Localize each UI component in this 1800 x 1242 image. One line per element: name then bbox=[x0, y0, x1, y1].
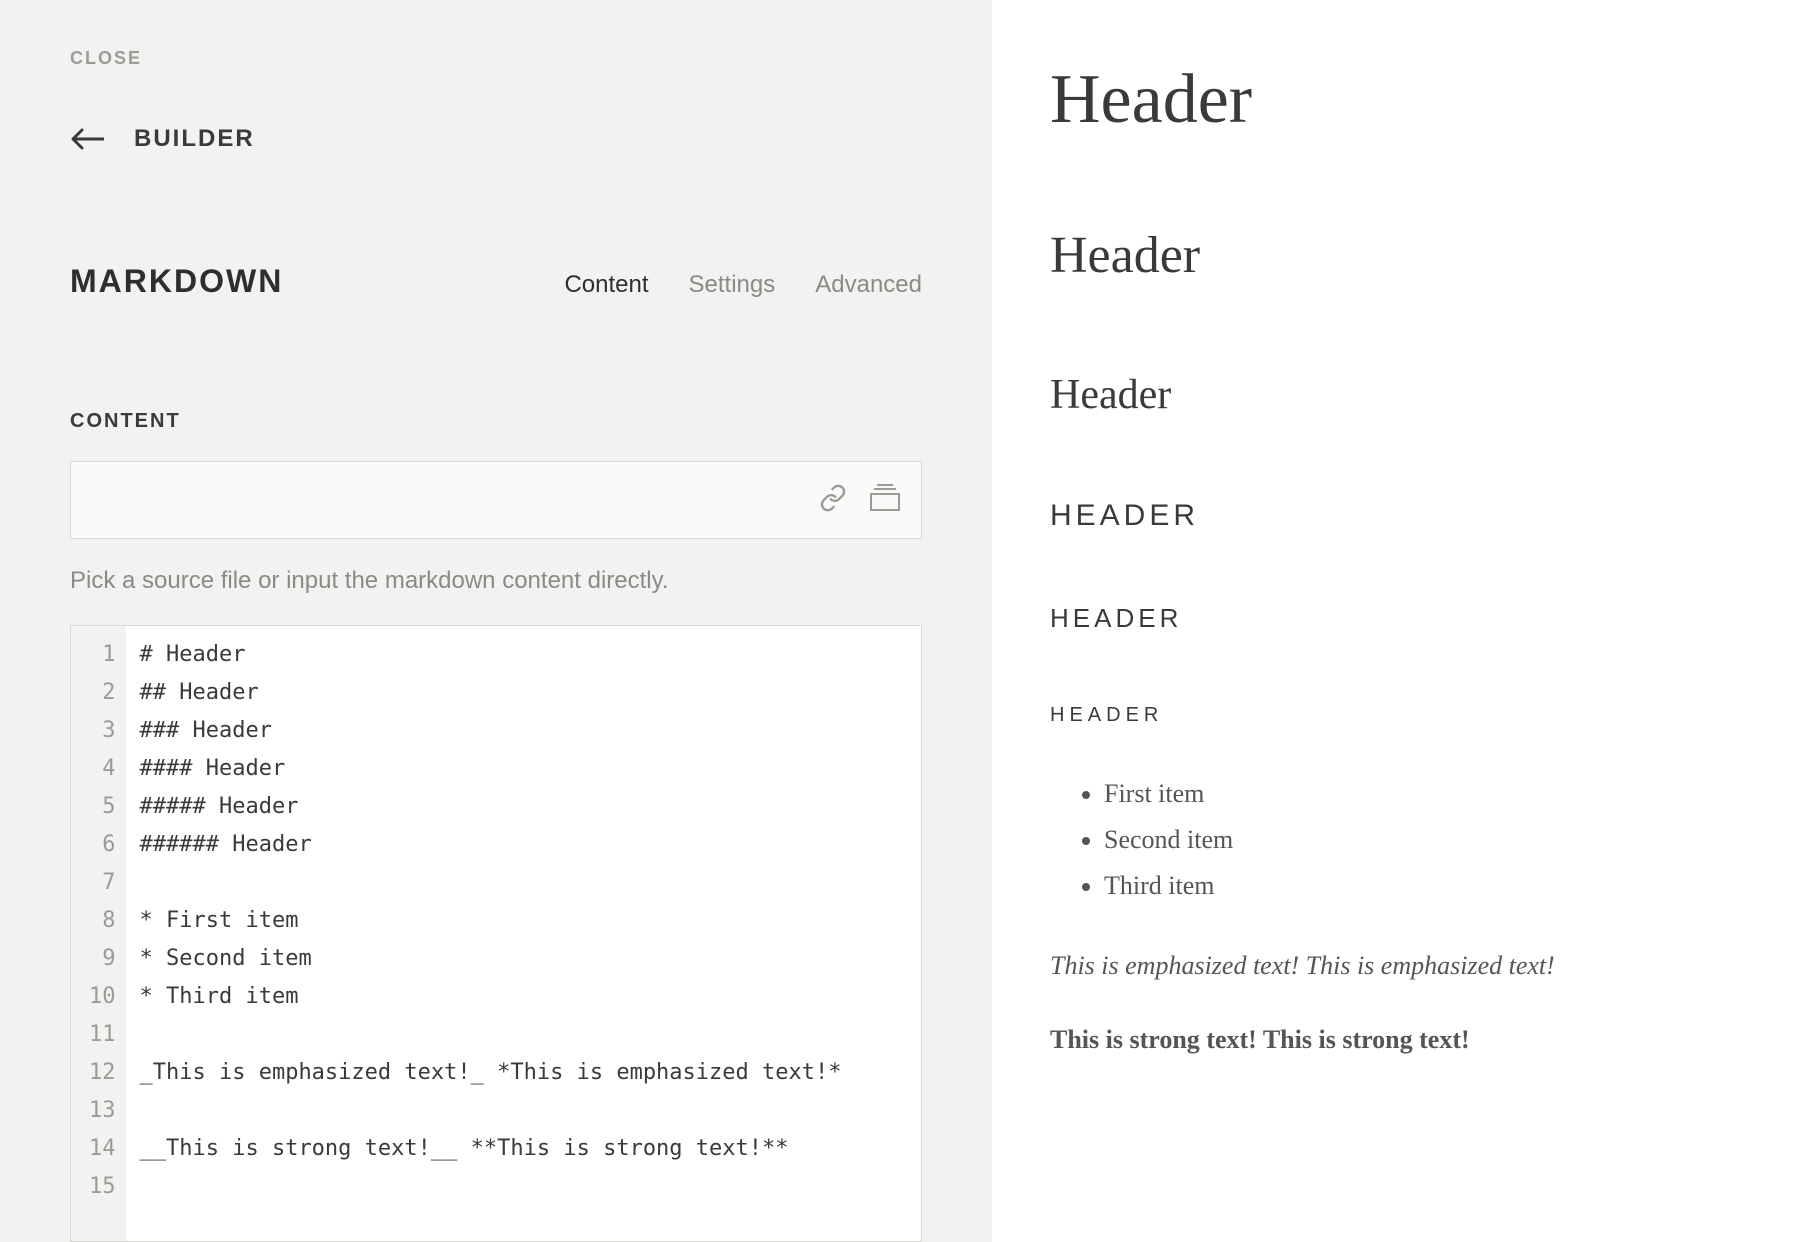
preview-h2: Header bbox=[1050, 226, 1742, 285]
builder-label: BUILDER bbox=[134, 125, 255, 153]
markdown-editor[interactable]: 123456789101112131415 # Header## Header#… bbox=[70, 625, 922, 1242]
panel-title: MARKDOWN bbox=[70, 263, 283, 300]
link-icon[interactable] bbox=[819, 484, 847, 517]
preview-h6: HEADER bbox=[1050, 704, 1742, 727]
preview-emphasized: This is emphasized text! This is emphasi… bbox=[1050, 951, 1742, 981]
editor-code[interactable]: # Header## Header### Header#### Header##… bbox=[126, 626, 922, 1241]
editor-gutter: 123456789101112131415 bbox=[71, 626, 126, 1241]
content-section-label: CONTENT bbox=[70, 410, 922, 433]
tab-advanced[interactable]: Advanced bbox=[815, 271, 922, 299]
preview-h4: HEADER bbox=[1050, 499, 1742, 533]
editor-panel: CLOSE BUILDER MARKDOWN Content Settings … bbox=[0, 0, 992, 1242]
preview-h5: HEADER bbox=[1050, 603, 1742, 634]
close-button[interactable]: CLOSE bbox=[70, 48, 922, 69]
title-row: MARKDOWN Content Settings Advanced bbox=[70, 263, 922, 300]
preview-panel: Header Header Header HEADER HEADER HEADE… bbox=[992, 0, 1800, 1242]
list-item: Third item bbox=[1104, 871, 1742, 901]
preview-h3: Header bbox=[1050, 371, 1742, 419]
preview-strong: This is strong text! This is strong text… bbox=[1050, 1025, 1742, 1055]
preview-list: First item Second item Third item bbox=[1050, 779, 1742, 901]
builder-breadcrumb: BUILDER bbox=[70, 125, 922, 153]
tab-settings[interactable]: Settings bbox=[689, 271, 776, 299]
source-input-bar[interactable] bbox=[70, 461, 922, 539]
list-item: Second item bbox=[1104, 825, 1742, 855]
list-item: First item bbox=[1104, 779, 1742, 809]
source-hint: Pick a source file or input the markdown… bbox=[70, 567, 922, 595]
stack-icon[interactable] bbox=[869, 484, 901, 517]
back-arrow-icon[interactable] bbox=[70, 127, 104, 151]
tab-content[interactable]: Content bbox=[564, 271, 648, 299]
preview-h1: Header bbox=[1050, 60, 1742, 140]
tabs: Content Settings Advanced bbox=[564, 271, 922, 299]
